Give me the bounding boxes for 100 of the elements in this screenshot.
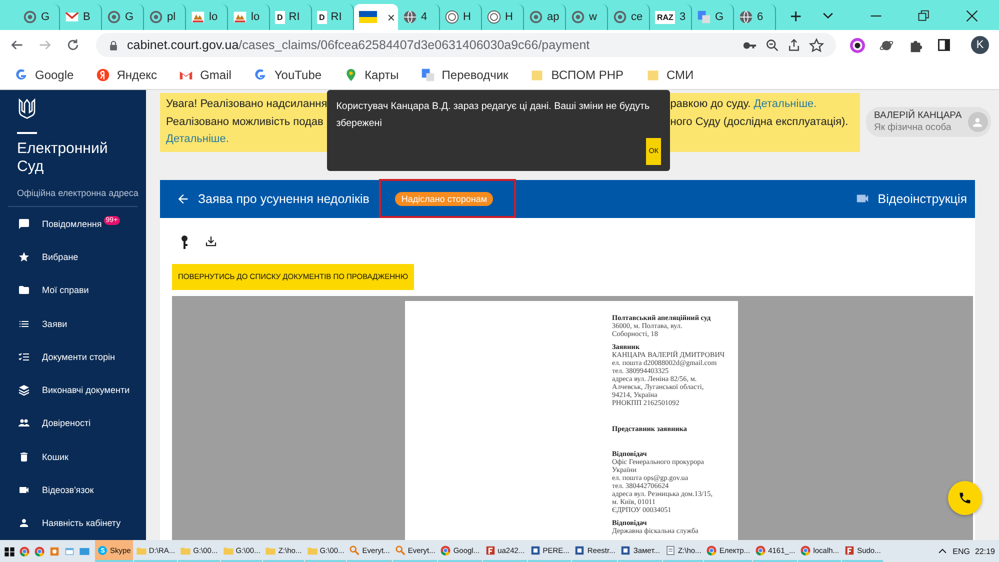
address-bar[interactable]: cabinet.court.gov.ua/cases_claims/06fcea62584407d3e0631406030a9c66/payment [96, 33, 836, 57]
globe-icon [739, 10, 753, 24]
back-arrow-icon[interactable] [176, 192, 190, 206]
chrome-icon [706, 544, 718, 556]
magnifier-icon [349, 544, 360, 556]
profile-avatar[interactable]: K [971, 36, 989, 54]
color-ring-icon[interactable] [850, 38, 865, 52]
bookmark[interactable]: Переводчик [420, 68, 508, 82]
toast-message: Користувач Канцара В.Д. зараз редагує ці дані. Ваші зміни не будуть збережені [336, 100, 651, 131]
tab-title: RI [288, 11, 300, 23]
sidebar-item[interactable]: Відеозв'язок [42, 485, 94, 496]
sidebar-item[interactable]: Повідомлення [42, 218, 102, 229]
sidebar-item[interactable]: Мої справи [42, 285, 89, 296]
google-icon [14, 68, 28, 82]
map-pin-icon [344, 68, 358, 82]
sidebar-item[interactable]: Вибране [42, 252, 78, 262]
folder-icon [18, 284, 30, 296]
bookmark[interactable]: Gmail [179, 68, 232, 82]
share-icon[interactable] [787, 38, 801, 52]
sidebar-item[interactable]: Документи сторін [42, 352, 115, 362]
ring-icon [149, 10, 163, 24]
document-title: Заява про усунення недоліків [198, 192, 370, 206]
download-icon[interactable] [205, 234, 217, 246]
folder-icon [530, 68, 544, 82]
favicon-letter: RAZ [655, 10, 676, 24]
url-path: /cases_claims/06fcea62584407d3e0631406030a9c66/payment [238, 38, 590, 52]
windows-logo-icon[interactable] [4, 546, 15, 556]
tab-title: H [505, 11, 513, 23]
bookmark[interactable]: Карты [344, 68, 399, 82]
phone-icon [958, 491, 972, 505]
trident-icon [17, 96, 37, 122]
person-icon [971, 116, 984, 129]
document-icon [530, 544, 541, 556]
reload-icon[interactable] [66, 38, 80, 52]
browser-tab[interactable]: × [354, 4, 398, 30]
bookmark[interactable]: Яндекс [96, 68, 158, 82]
seal-icon [445, 10, 459, 24]
globe-icon [403, 10, 417, 24]
star-icon [18, 250, 30, 263]
new-tab-button[interactable]: + [790, 7, 802, 27]
screen-icon[interactable] [79, 546, 90, 556]
sidebar-item[interactable]: Кошик [42, 452, 68, 462]
language-indicator[interactable]: ENG [952, 546, 970, 556]
banner-text: равкою до суду. [670, 98, 751, 110]
tab-title: pl [167, 11, 176, 23]
video-instruction-link[interactable]: Відеоінструкція [878, 192, 967, 206]
logo-icon [191, 10, 205, 24]
layers-icon [18, 384, 30, 396]
star-icon[interactable] [809, 38, 824, 52]
key-icon[interactable] [180, 234, 189, 248]
status-badge: Надіслано сторонам [395, 192, 494, 206]
ring-icon [529, 10, 543, 24]
chrome-icon [800, 544, 812, 556]
restore-icon[interactable] [917, 9, 931, 23]
clock[interactable]: 22:19 [974, 546, 995, 556]
sidebar-item[interactable]: Наявність кабінету [42, 518, 121, 528]
seal-icon [487, 10, 501, 24]
magnifier-icon [394, 544, 406, 556]
document-icon [574, 544, 586, 556]
ring-icon [571, 10, 585, 24]
sidebar-item[interactable]: Заяви [42, 318, 68, 329]
bookmark[interactable]: Google [14, 68, 74, 82]
google-icon [253, 68, 268, 82]
tab-close-button[interactable]: × [387, 10, 395, 24]
tab-title: 6 [757, 11, 764, 23]
bookmark[interactable]: СМИ [646, 68, 694, 82]
chrome-icon [34, 546, 45, 556]
tab-title: lo [209, 11, 218, 23]
sidebar-item[interactable]: Виконавчі документи [42, 385, 130, 396]
ring-icon [107, 10, 121, 24]
details-link[interactable]: Детальніше. [754, 98, 817, 110]
back-arrow-icon[interactable] [10, 38, 24, 52]
site-title: Електронний Суд [17, 140, 109, 176]
tab-title: G [715, 11, 724, 23]
tab-title: B [83, 11, 90, 23]
bookmark[interactable]: YouTube [253, 68, 322, 82]
favicon-letter: D [317, 10, 327, 24]
user-name: ВАЛЕРІЙ КАНЦАРА [874, 110, 962, 122]
user-chip[interactable]: ВАЛЕРІЙ КАНЦАРА Як фізична особа [866, 107, 991, 138]
mail-icon [65, 10, 79, 24]
close-icon[interactable] [965, 9, 979, 23]
sidebar-item[interactable]: Довіреності [42, 418, 91, 428]
app-icon [484, 544, 496, 556]
logo-icon [233, 10, 247, 24]
trash-icon [18, 450, 30, 463]
banner-text: Увага! Реалізовано надсилання [166, 98, 328, 110]
details-link[interactable]: Детальніше. [166, 133, 229, 145]
zoom-icon[interactable] [765, 38, 779, 52]
checklist-icon [18, 350, 30, 363]
translate-icon [420, 68, 435, 82]
translate-icon [697, 10, 711, 24]
tab-title: H [463, 11, 471, 23]
tab-title: 4 [421, 11, 428, 23]
chrome-icon [755, 544, 766, 556]
bookmark[interactable]: ВСПОМ PHP [530, 68, 624, 82]
tab-title: ce [631, 11, 643, 23]
site-subtitle: Офіційна електронна адреса [17, 188, 140, 198]
skype-icon [97, 544, 108, 556]
side-panel-icon[interactable] [937, 38, 951, 52]
document-icon [620, 544, 632, 556]
